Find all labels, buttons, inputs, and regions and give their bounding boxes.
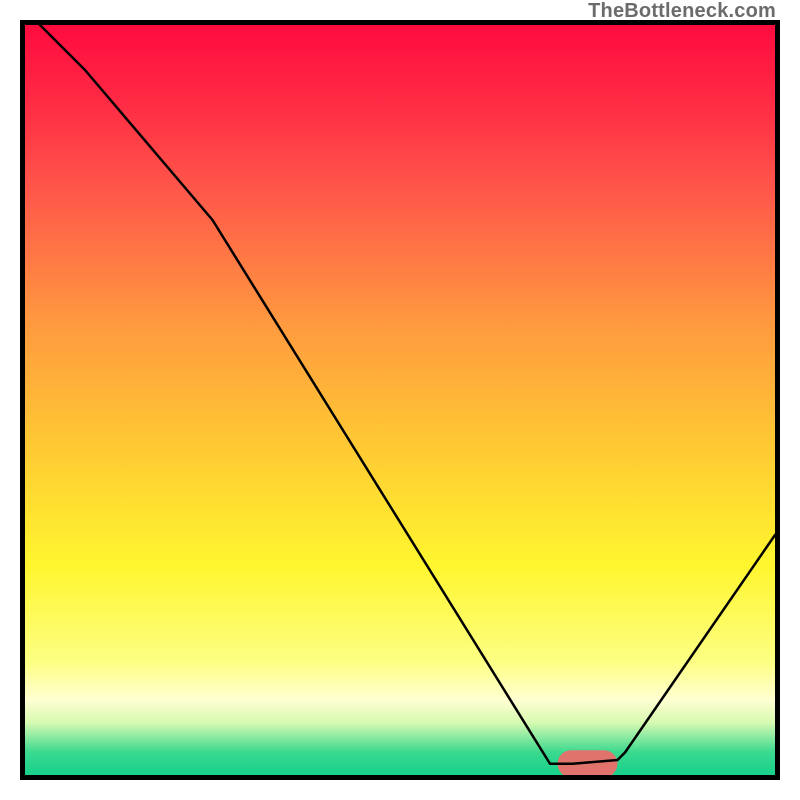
- chart-frame: [20, 20, 780, 780]
- chart-svg: [25, 25, 775, 775]
- chart-background: [25, 25, 775, 775]
